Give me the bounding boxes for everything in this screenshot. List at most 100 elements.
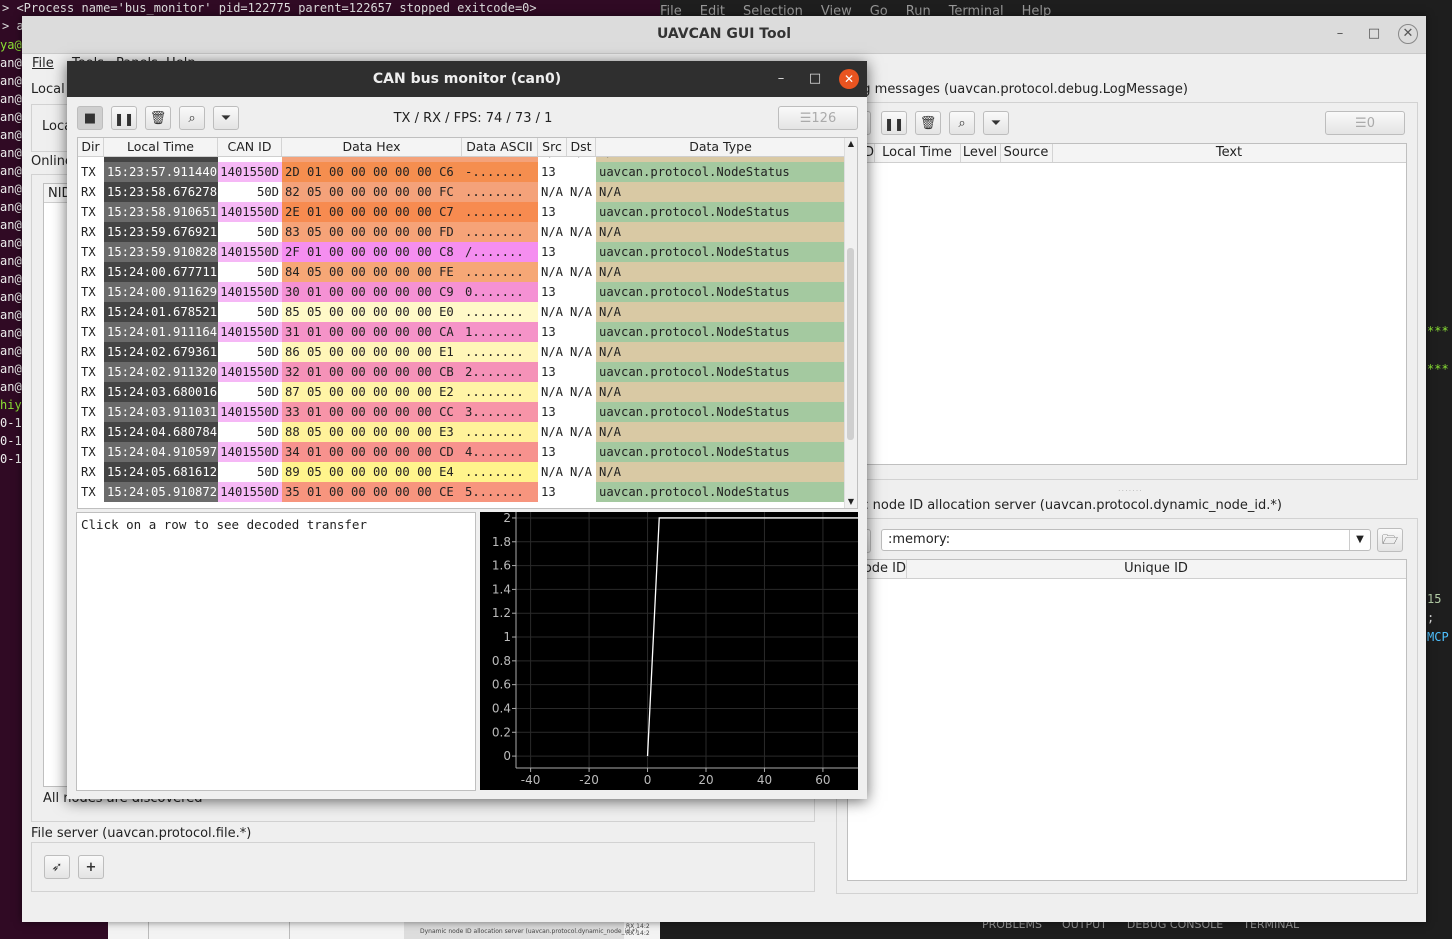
table-row[interactable]: TX 15:23:58.910651 1401550D 2E 01 00 00 00 … <box>78 202 845 222</box>
table-row[interactable]: TX 15:24:00.911629 1401550D 30 01 00 00 00 … <box>78 282 845 302</box>
search-icon[interactable]: ⌕ <box>949 111 975 135</box>
minimize-button[interactable]: – <box>771 69 791 89</box>
col-local-time[interactable]: Local Time <box>104 138 218 156</box>
cell-src: 13 <box>538 202 567 222</box>
dna-group: :memory: ▼ 🗁 Node ID Unique ID <box>836 518 1418 894</box>
col-dir[interactable]: Dir <box>78 138 104 156</box>
cell-src: N/A <box>538 382 567 402</box>
table-row[interactable]: RX 15:24:02.679361 50D 86 05 00 00 00 00 00… <box>78 342 845 362</box>
y-tick-label: 0.4 <box>492 701 511 715</box>
scrollbar-thumb[interactable] <box>847 248 854 440</box>
cell-local-time: 15:24:03.680016 <box>104 382 218 402</box>
cell-data-hex: 32 01 00 00 00 00 00 CB <box>282 362 462 382</box>
rocket-icon[interactable]: ➶ <box>44 855 70 879</box>
col-can-id[interactable]: CAN ID <box>218 138 282 156</box>
main-titlebar[interactable]: UAVCAN GUI Tool – □ ✕ <box>22 16 1426 54</box>
scroll-up-icon[interactable]: ▲ <box>845 138 857 150</box>
y-tick-label: 1.8 <box>492 535 511 549</box>
table-row[interactable]: RX 15:24:01.678521 50D 85 05 00 00 00 00 00… <box>78 302 845 322</box>
x-tick-label: 20 <box>698 773 713 787</box>
pause-icon[interactable]: ❚❚ <box>881 111 907 135</box>
cell-data-ascii: /....... <box>462 242 538 262</box>
table-row[interactable]: RX 15:24:03.680016 50D 87 05 00 00 00 00 00… <box>78 382 845 402</box>
close-button[interactable]: ✕ <box>1398 24 1418 44</box>
table-row[interactable]: TX 15:23:57.911440 1401550D 2D 01 00 00 00 … <box>78 162 845 182</box>
table-row[interactable]: RX 15:24:04.680784 50D 88 05 00 00 00 00 00… <box>78 422 845 442</box>
cell-data-ascii: 4....... <box>462 442 538 462</box>
cell-data-type: uavcan.protocol.NodeStatus <box>596 442 845 462</box>
trash-icon[interactable]: 🗑 <box>915 111 941 135</box>
dna-db-combo[interactable]: :memory: ▼ <box>881 529 1371 551</box>
video-camera-icon[interactable]: ■ <box>77 106 103 130</box>
cell-local-time: 15:23:59.676921 <box>104 222 218 242</box>
col-dst[interactable]: Dst <box>567 138 596 156</box>
filter-icon[interactable]: ⏷ <box>213 106 239 130</box>
table-row[interactable]: TX 15:24:01.911164 1401550D 31 01 00 00 00 … <box>78 322 845 342</box>
frame-rate-plot[interactable]: -40 -20 0 20 40 60 0 0.2 0.4 0.6 0.8 1 1.2 1.4 1.6 1.8 2 <box>480 512 858 790</box>
can-monitor-titlebar[interactable]: CAN bus monitor (can0) – □ ✕ <box>67 61 867 97</box>
table-row[interactable]: TX 15:24:04.910597 1401550D 34 01 00 00 00 … <box>78 442 845 462</box>
cell-data-type: N/A <box>596 302 845 322</box>
cell-data-ascii: -....... <box>462 162 538 182</box>
cell-data-hex: 33 01 00 00 00 00 00 CC <box>282 402 462 422</box>
chevron-down-icon[interactable]: ▼ <box>1349 530 1370 550</box>
table-row[interactable]: TX 15:24:05.910872 1401550D 35 01 00 00 00 … <box>78 482 845 502</box>
cell-local-time: 15:24:04.680784 <box>104 422 218 442</box>
col-data-hex[interactable]: Data Hex <box>282 138 462 156</box>
editor-snippet: MCP <box>1427 630 1449 644</box>
cell-data-ascii: 5....... <box>462 482 538 502</box>
cell-data-ascii: ........ <box>462 202 538 222</box>
dna-table[interactable]: Node ID Unique ID <box>847 559 1407 881</box>
table-row[interactable]: RX 15:24:00.677711 50D 84 05 00 00 00 00 00… <box>78 262 845 282</box>
maximize-button[interactable]: □ <box>805 69 825 89</box>
table-row[interactable]: RX 15:23:58.676278 50D 82 05 00 00 00 00 00… <box>78 182 845 202</box>
filter-icon[interactable]: ⏷ <box>983 111 1009 135</box>
pause-icon[interactable]: ❚❚ <box>111 106 137 130</box>
col-src[interactable]: Src <box>538 138 567 156</box>
add-icon[interactable]: + <box>78 855 104 879</box>
table-row[interactable]: TX 15:24:03.911031 1401550D 33 01 00 00 00 … <box>78 402 845 422</box>
splitter-handle[interactable]: ....... <box>1118 484 1143 493</box>
dna-title: Dynamic node ID allocation server (uavca… <box>836 498 1282 513</box>
cell-dst: N/A <box>567 342 596 362</box>
terminal-prefix: an@ <box>0 326 22 340</box>
table-row[interactable]: TX 15:24:02.911320 1401550D 32 01 00 00 00 … <box>78 362 845 382</box>
col-local-time[interactable]: Local Time <box>874 144 961 162</box>
col-unique-id[interactable]: Unique ID <box>906 560 1406 578</box>
vertical-scrollbar[interactable]: ▲ ▼ <box>844 138 857 508</box>
table-row[interactable]: TX 15:23:59.910828 1401550D 2F 01 00 00 00 … <box>78 242 845 262</box>
cell-data-type: uavcan.protocol.NodeStatus <box>596 282 845 302</box>
minimize-button[interactable]: – <box>1330 24 1350 44</box>
cell-local-time: 15:24:01.678521 <box>104 302 218 322</box>
cell-data-ascii: ........ <box>462 262 538 282</box>
col-data-type[interactable]: Data Type <box>596 138 845 156</box>
cell-dst <box>567 282 596 302</box>
trash-icon[interactable]: 🗑 <box>145 106 171 130</box>
close-button[interactable]: ✕ <box>839 69 859 89</box>
can-frames-table[interactable]: RX15:23:57.67547450D81 05 00 00 00 00 00… <box>77 137 858 509</box>
maximize-button[interactable]: □ <box>1364 24 1384 44</box>
table-row[interactable]: RX 15:23:59.676921 50D 83 05 00 00 00 00 00… <box>78 222 845 242</box>
scroll-down-icon[interactable]: ▼ <box>845 496 857 508</box>
taskbar-mini-line: RX 14:2 <box>626 930 650 937</box>
y-tick-label: 1.2 <box>492 606 511 620</box>
table-row[interactable]: RX 15:24:05.681612 50D 89 05 00 00 00 00 00… <box>78 462 845 482</box>
cell-local-time: 15:24:02.911320 <box>104 362 218 382</box>
taskbar-item: Dynamic node ID allocation server (uavca… <box>404 922 637 939</box>
file-server-group: ➶ + <box>31 842 815 892</box>
menu-file[interactable]: File <box>32 56 54 71</box>
folder-open-icon[interactable]: 🗁 <box>1377 528 1403 552</box>
terminal-prefix: an@ <box>0 272 22 286</box>
col-data-ascii[interactable]: Data ASCII <box>462 138 538 156</box>
col-level[interactable]: Level <box>960 144 1001 162</box>
cell-dst <box>567 402 596 422</box>
taskbar-item <box>148 922 290 939</box>
col-source[interactable]: Source <box>1000 144 1053 162</box>
cell-dir: TX <box>78 162 104 182</box>
search-icon[interactable]: ⌕ <box>179 106 205 130</box>
cell-local-time: 15:24:01.911164 <box>104 322 218 342</box>
log-table[interactable]: NID Local Time Level Source Text <box>847 143 1407 465</box>
col-text[interactable]: Text <box>1052 144 1406 162</box>
cell-data-type: uavcan.protocol.NodeStatus <box>596 482 845 502</box>
decoded-transfer-view[interactable]: Click on a row to see decoded transfer <box>76 512 476 791</box>
